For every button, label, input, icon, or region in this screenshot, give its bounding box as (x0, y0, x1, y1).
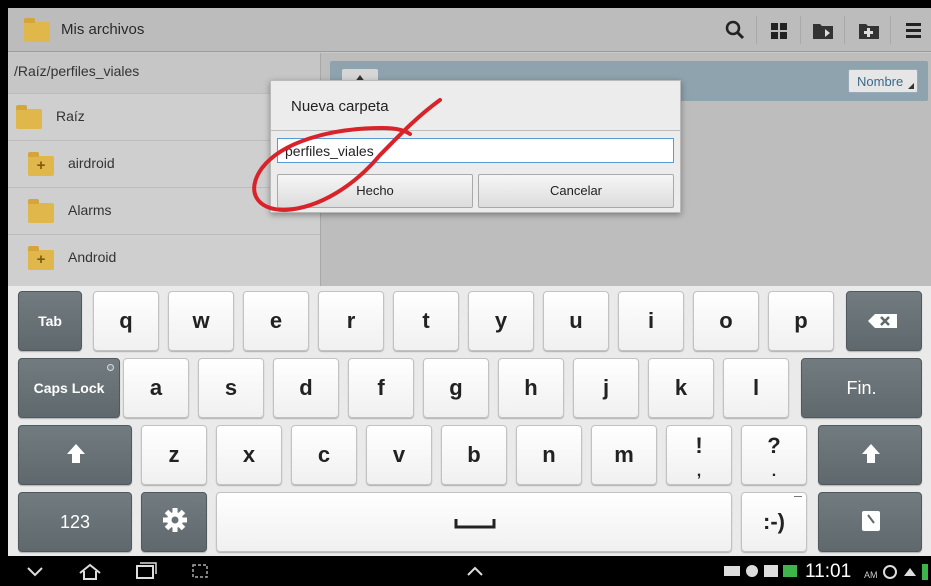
key-i[interactable]: i (618, 291, 684, 351)
screenshot-icon[interactable] (185, 556, 215, 586)
tree-item-label: Raíz (56, 108, 85, 124)
key-numbers[interactable]: 123 (18, 492, 132, 552)
clipboard-icon (862, 511, 880, 531)
app-title: Mis archivos (61, 21, 145, 38)
key-exclamation[interactable]: ! , (666, 425, 732, 485)
notification-icons (724, 565, 797, 577)
key-s[interactable]: s (198, 358, 264, 418)
folder-icon (28, 199, 54, 223)
key-settings[interactable] (141, 492, 207, 552)
new-folder-icon[interactable] (854, 14, 884, 46)
key-w[interactable]: w (168, 291, 234, 351)
key-caps-label: Caps Lock (33, 380, 105, 396)
on-screen-keyboard: Tab q w e r t y u i o p Caps Lock a s d … (8, 286, 931, 556)
recent-apps-icon[interactable] (130, 556, 160, 586)
key-tab[interactable]: Tab (18, 291, 82, 351)
folder-name-input[interactable] (277, 138, 674, 163)
key-y[interactable]: y (468, 291, 534, 351)
key-d[interactable]: d (273, 358, 339, 418)
tree-item-label: airdroid (68, 155, 115, 171)
key-main-char: ! (695, 433, 703, 458)
tree-item-label: Alarms (68, 202, 112, 218)
folder-add-icon (28, 152, 54, 176)
action-bar: Mis archivos (8, 8, 931, 52)
status-time: 11:01 (805, 561, 852, 582)
key-caps-lock[interactable]: Caps Lock (18, 358, 120, 418)
key-z[interactable]: z (141, 425, 207, 485)
space-icon (454, 519, 496, 529)
hide-keyboard-icon[interactable] (20, 556, 50, 586)
key-u[interactable]: u (543, 291, 609, 351)
grid-view-icon[interactable] (764, 14, 794, 46)
app-folder-icon (24, 18, 50, 42)
key-q[interactable]: q (93, 291, 159, 351)
tree-item-android[interactable]: Android (8, 234, 320, 281)
key-c[interactable]: c (291, 425, 357, 485)
key-x[interactable]: x (216, 425, 282, 485)
key-h[interactable]: h (498, 358, 564, 418)
dialog-title: Nueva carpeta (291, 98, 389, 115)
key-smiley-label: :-) (763, 509, 785, 534)
home-icon[interactable] (75, 556, 105, 586)
menu-icon[interactable] (898, 14, 928, 46)
sort-dropdown[interactable]: Nombre (848, 69, 918, 93)
search-icon[interactable] (720, 14, 750, 46)
key-smiley[interactable]: :-) (741, 492, 807, 552)
key-p[interactable]: p (768, 291, 834, 351)
key-r[interactable]: r (318, 291, 384, 351)
key-a[interactable]: a (123, 358, 189, 418)
backspace-icon (868, 314, 897, 328)
key-l[interactable]: l (723, 358, 789, 418)
status-system-icons (883, 564, 928, 580)
status-ampm: AM (864, 570, 878, 580)
key-n[interactable]: n (516, 425, 582, 485)
new-folder-dialog: Nueva carpeta Hecho Cancelar (270, 80, 681, 213)
key-main-char: ? (767, 433, 781, 458)
gear-icon (163, 508, 187, 532)
folder-add-icon (28, 246, 54, 270)
key-v[interactable]: v (366, 425, 432, 485)
key-enter[interactable]: Fin. (801, 358, 922, 418)
key-g[interactable]: g (423, 358, 489, 418)
folder-icon (16, 105, 42, 129)
key-sub-char: , (696, 463, 702, 480)
key-o[interactable]: o (693, 291, 759, 351)
key-m[interactable]: m (591, 425, 657, 485)
key-k[interactable]: k (648, 358, 714, 418)
key-j[interactable]: j (573, 358, 639, 418)
chevron-up-icon[interactable] (460, 556, 490, 586)
done-button[interactable]: Hecho (277, 174, 473, 208)
key-t[interactable]: t (393, 291, 459, 351)
divider (271, 130, 680, 131)
key-space[interactable] (216, 492, 732, 552)
key-shift-left[interactable] (18, 425, 132, 485)
key-question[interactable]: ? . (741, 425, 807, 485)
shift-icon (862, 444, 880, 463)
tree-item-label: Android (68, 249, 117, 265)
key-b[interactable]: b (441, 425, 507, 485)
system-navigation-bar: 11:01 AM (0, 556, 931, 586)
cancel-button[interactable]: Cancelar (478, 174, 674, 208)
key-f[interactable]: f (348, 358, 414, 418)
key-backspace[interactable] (846, 291, 922, 351)
folder-move-icon[interactable] (808, 14, 838, 46)
key-clipboard[interactable] (818, 492, 922, 552)
key-shift-right[interactable] (818, 425, 922, 485)
key-sub-char: . (771, 463, 777, 480)
caps-indicator (107, 364, 114, 371)
key-e[interactable]: e (243, 291, 309, 351)
shift-icon (67, 444, 85, 463)
